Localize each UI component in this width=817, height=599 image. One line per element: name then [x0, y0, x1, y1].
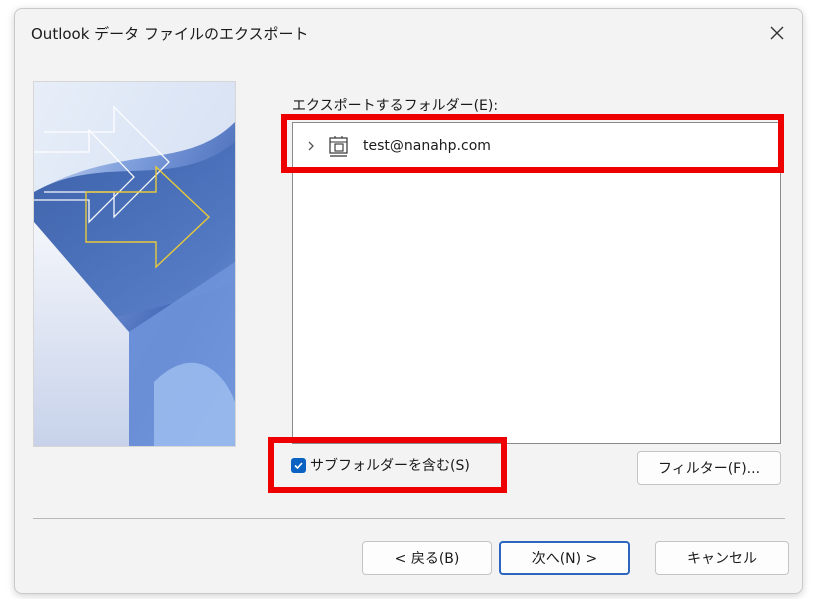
tree-item-account[interactable]: test@nanahp.com	[303, 133, 491, 159]
divider	[33, 518, 785, 519]
cancel-button[interactable]: キャンセル	[655, 541, 789, 575]
back-button[interactable]: < 戻る(B)	[362, 541, 492, 575]
include-subfolders-label: サブフォルダーを含む(S)	[310, 458, 470, 474]
next-button[interactable]: 次へ(N) >	[499, 541, 630, 575]
tree-item-label: test@nanahp.com	[363, 138, 491, 154]
close-button[interactable]	[763, 21, 791, 45]
filter-button[interactable]: フィルター(F)...	[637, 451, 781, 485]
dialog-title: Outlook データ ファイルのエクスポート	[31, 25, 309, 43]
chevron-right-icon[interactable]	[303, 138, 319, 154]
export-dialog: Outlook データ ファイルのエクスポート エクスポートするフォルダー(E)…	[14, 8, 803, 594]
include-subfolders-checkbox[interactable]: サブフォルダーを含む(S)	[291, 455, 470, 475]
folder-tree[interactable]: test@nanahp.com	[292, 122, 781, 444]
wizard-illustration	[33, 81, 236, 447]
folder-select-label: エクスポートするフォルダー(E):	[292, 98, 499, 114]
close-icon	[770, 26, 784, 40]
account-icon	[327, 134, 351, 158]
checkbox-checked-icon[interactable]	[291, 457, 306, 473]
